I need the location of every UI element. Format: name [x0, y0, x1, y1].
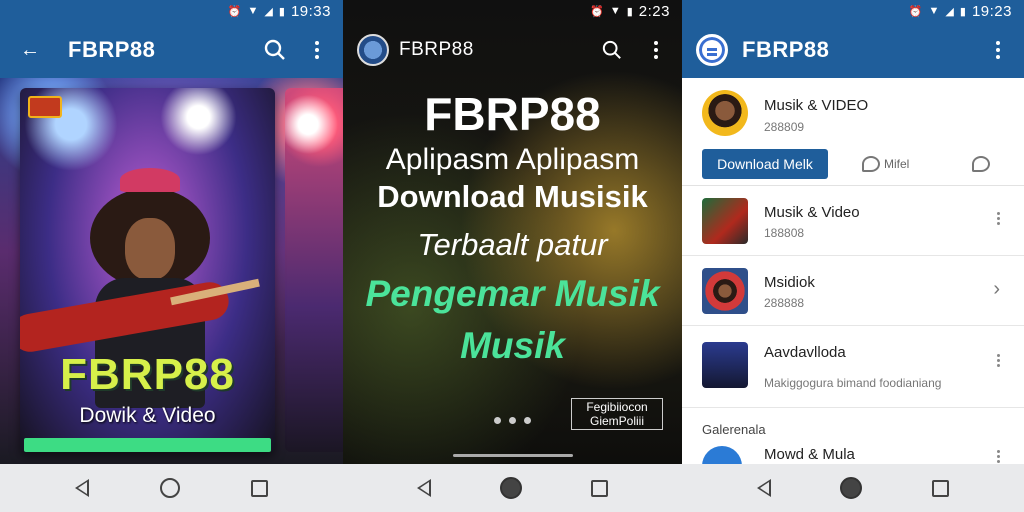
poster-progress-bar	[24, 438, 271, 452]
status-bar: ⏰ ▼ ◢ ▮ 19:23	[682, 0, 1024, 22]
item-thumbnail	[702, 342, 748, 388]
search-icon[interactable]	[259, 34, 291, 66]
hero-line-3: Terbaalt patur	[417, 227, 608, 262]
search-icon[interactable]	[596, 34, 628, 66]
item-title: Mowd & Mula	[764, 446, 855, 463]
status-bar: ⏰ ▼ ▮ 2:23	[343, 0, 682, 22]
section-header: Galerenala	[702, 422, 766, 437]
back-arrow-icon[interactable]: ←	[14, 34, 46, 66]
hero-line-5: Musik	[460, 325, 565, 366]
app-title: FBRP88	[742, 37, 830, 62]
battery-icon: ▮	[278, 5, 285, 18]
featured-subtitle: 288809	[764, 120, 805, 134]
battery-icon: ▮	[626, 5, 633, 18]
nav-recents-icon[interactable]	[932, 479, 950, 497]
overflow-menu-icon[interactable]	[986, 34, 1010, 66]
item-more-icon[interactable]	[997, 450, 1000, 463]
app-bar: ← FBRP88	[0, 22, 343, 78]
chevron-right-icon[interactable]: ›	[993, 278, 1000, 301]
item-thumbnail	[702, 198, 748, 244]
phone-screen-3: ⏰ ▼ ◢ ▮ 19:23 FBRP88 Musik & VIDEO 28880…	[682, 0, 1024, 512]
item-thumbnail	[702, 268, 748, 314]
featured-thumbnail	[702, 90, 748, 136]
app-bar: FBRP88	[343, 22, 682, 78]
content-list: Musik & VIDEO 288809 Download Melk Mifel…	[682, 78, 1024, 486]
app-logo-icon	[696, 34, 728, 66]
poster-subtitle: Dowik & Video	[79, 404, 216, 427]
poster-brand: FBRP88	[60, 350, 235, 399]
list-item[interactable]: Mowd & Mula	[682, 440, 1024, 486]
status-bar: ⏰ ▼ ◢ ▮ 19:33	[0, 0, 343, 22]
nav-back-icon[interactable]	[756, 479, 771, 497]
overflow-menu-icon[interactable]	[305, 34, 329, 66]
download-button[interactable]: Download Melk	[702, 149, 828, 179]
overflow-menu-icon[interactable]	[644, 34, 668, 66]
nav-home-icon[interactable]	[499, 477, 522, 499]
nav-back-icon[interactable]	[417, 479, 432, 497]
list-item[interactable]: Msidiok 288888 ›	[682, 256, 1024, 326]
battery-icon: ▮	[959, 5, 966, 18]
item-subtitle: 188808	[764, 226, 805, 240]
chat-bubble-icon	[972, 156, 990, 172]
list-item[interactable]: Aavdavlloda Makiggogura bimand foodiania…	[682, 326, 1024, 408]
signal-icon: ◢	[945, 5, 954, 18]
gesture-handle[interactable]	[453, 454, 573, 457]
item-more-icon[interactable]	[997, 212, 1000, 225]
watermark-text: Fegibiiocon GiemPoliii	[571, 398, 663, 430]
item-subtitle: 288888	[764, 296, 805, 310]
clock: 19:33	[290, 2, 331, 20]
comment-label: Mifel	[884, 157, 910, 171]
system-nav-bar	[0, 464, 343, 512]
system-nav-bar	[343, 464, 682, 512]
logo-badge	[28, 96, 62, 118]
hero-line-2: Download Musisik	[377, 179, 648, 214]
hero-title: FBRP88	[424, 88, 601, 140]
app-title: FBRP88	[68, 37, 156, 62]
featured-poster-card[interactable]: FBRP88 Dowik & Video	[20, 88, 275, 452]
app-bar: FBRP88	[682, 22, 1024, 78]
nav-recents-icon[interactable]	[250, 479, 268, 497]
item-title: Aavdavlloda	[764, 344, 846, 361]
item-subtitle: Makiggogura bimand foodianiang	[764, 376, 942, 390]
hero-text-block: FBRP88 Aplipasm Aplipasm Download Musisi…	[343, 86, 682, 372]
chat-bubble-icon	[862, 156, 880, 172]
phone-screen-2: ⏰ ▼ ▮ 2:23 FBRP88 FBRP88 Aplipasm Aplipa…	[343, 0, 682, 512]
hero-line-1: Aplipasm Aplipasm	[385, 143, 640, 176]
clock: 19:23	[971, 2, 1012, 20]
app-logo-icon	[357, 34, 389, 66]
alarm-icon: ⏰	[908, 5, 923, 18]
screenshot-collage: ⏰ ▼ ◢ ▮ 19:33 ← FBRP88 FBRP88 Dowik & Vi…	[0, 0, 1024, 512]
featured-title: Musik & VIDEO	[764, 97, 869, 114]
next-carousel-card[interactable]	[285, 88, 343, 452]
nav-recents-icon[interactable]	[590, 479, 608, 497]
item-title: Msidiok	[764, 274, 815, 291]
nav-back-icon[interactable]	[75, 479, 90, 497]
item-title: Musik & Video	[764, 204, 860, 221]
nav-home-icon[interactable]	[159, 478, 180, 498]
wifi-icon: ▼	[928, 5, 940, 17]
item-more-icon[interactable]	[997, 354, 1000, 367]
phone-screen-1: ⏰ ▼ ◢ ▮ 19:33 ← FBRP88 FBRP88 Dowik & Vi…	[0, 0, 343, 512]
alarm-icon: ⏰	[227, 5, 242, 18]
system-nav-bar	[682, 464, 1024, 512]
signal-icon: ◢	[264, 5, 273, 18]
hero-line-4: Pengemar Musik	[365, 273, 660, 314]
app-title: FBRP88	[399, 39, 474, 60]
list-item[interactable]: Musik & Video 188808	[682, 186, 1024, 256]
nav-home-icon[interactable]	[840, 477, 863, 499]
share-button[interactable]	[972, 149, 994, 179]
alarm-icon: ⏰	[590, 5, 604, 18]
clock: 2:23	[638, 2, 670, 20]
featured-item[interactable]: Musik & VIDEO 288809 Download Melk Mifel	[682, 78, 1024, 186]
comment-button[interactable]: Mifel	[862, 149, 909, 179]
wifi-icon: ▼	[247, 5, 259, 17]
wifi-icon: ▼	[609, 5, 621, 17]
